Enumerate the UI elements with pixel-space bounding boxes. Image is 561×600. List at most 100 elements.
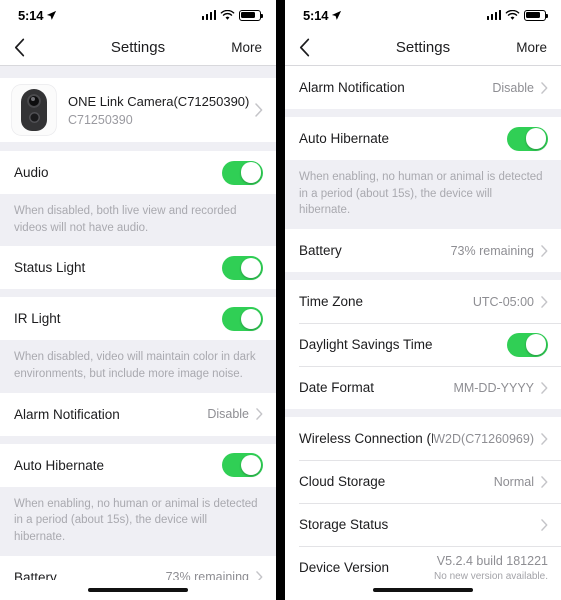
row-battery[interactable]: Battery 73% remaining bbox=[0, 555, 276, 580]
row-label: Battery bbox=[299, 243, 342, 259]
device-text: ONE Link Camera(C71250390) C71250390 bbox=[68, 93, 250, 127]
row-value: Disable bbox=[492, 80, 534, 95]
row-auto-hibernate[interactable]: Auto Hibernate bbox=[285, 117, 561, 160]
home-indicator bbox=[285, 580, 561, 600]
row-label: Auto Hibernate bbox=[299, 131, 390, 146]
status-bar-left: 5:14 bbox=[303, 8, 342, 23]
status-bar-left: 5:14 bbox=[18, 8, 57, 23]
ir-light-group: IR Light bbox=[0, 297, 276, 341]
row-time-zone[interactable]: Time Zone UTC-05:00 bbox=[285, 280, 561, 324]
status-light-group: Status Light bbox=[0, 246, 276, 290]
row-value: Normal bbox=[493, 474, 534, 489]
more-button[interactable]: More bbox=[231, 40, 262, 55]
section-gap bbox=[0, 435, 276, 444]
ir-light-toggle[interactable] bbox=[222, 306, 263, 331]
row-value: W2D(C71260969) bbox=[433, 431, 534, 446]
device-name: ONE Link Camera(C71250390) bbox=[68, 93, 250, 109]
battery-icon bbox=[239, 9, 264, 21]
dual-phone-screenshot: 5:14 Settings More ONE Link Camera(C7125… bbox=[0, 0, 561, 600]
hibernate-note: When enabling, no human or animal is det… bbox=[0, 486, 276, 556]
row-value: UTC-05:00 bbox=[472, 294, 534, 309]
row-subvalue: No new version available. bbox=[434, 571, 548, 580]
row-cloud-storage[interactable]: Cloud Storage Normal bbox=[285, 460, 561, 504]
time-group: Time Zone UTC-05:00 Daylight Savings Tim… bbox=[285, 280, 561, 410]
row-label: IR Light bbox=[14, 311, 61, 327]
row-label: Date Format bbox=[299, 380, 375, 396]
right-phone-screen: 5:14 Settings More Alarm Notification Di… bbox=[285, 0, 561, 600]
status-bar-right bbox=[486, 9, 549, 21]
home-indicator bbox=[0, 580, 276, 600]
chevron-right-icon bbox=[255, 103, 263, 117]
panel-divider bbox=[276, 0, 285, 600]
audio-group: Audio bbox=[0, 151, 276, 194]
battery-group: Battery 73% remaining bbox=[0, 555, 276, 580]
row-label: Cloud Storage bbox=[299, 474, 386, 490]
cellular-signal-icon bbox=[486, 10, 501, 20]
row-auto-hibernate[interactable]: Auto Hibernate bbox=[0, 443, 276, 487]
chevron-right-icon bbox=[541, 518, 548, 531]
row-label: Status Light bbox=[14, 260, 86, 276]
device-row[interactable]: ONE Link Camera(C71250390) C71250390 bbox=[0, 78, 276, 142]
chevron-left-icon bbox=[14, 38, 25, 57]
row-alarm-notification[interactable]: Alarm Notification Disable bbox=[0, 392, 276, 436]
row-status-light[interactable]: Status Light bbox=[0, 246, 276, 290]
location-arrow-icon bbox=[332, 10, 342, 20]
hibernate-note: When enabling, no human or animal is det… bbox=[285, 160, 561, 230]
status-light-toggle[interactable] bbox=[222, 255, 263, 280]
hibernate-group: Auto Hibernate bbox=[0, 443, 276, 487]
row-label: Daylight Savings Time bbox=[299, 337, 433, 353]
chevron-right-icon bbox=[541, 295, 548, 308]
back-button[interactable] bbox=[299, 38, 329, 57]
section-gap bbox=[285, 109, 561, 117]
status-bar-time: 5:14 bbox=[303, 7, 329, 23]
location-arrow-icon bbox=[47, 10, 57, 20]
row-wireless-connection[interactable]: Wireless Connection (B... W2D(C71260969) bbox=[285, 417, 561, 461]
row-value: V5.2.4 build 181221 bbox=[436, 554, 548, 569]
row-label: Time Zone bbox=[299, 294, 364, 310]
alarm-group: Alarm Notification Disable bbox=[0, 392, 276, 436]
row-alarm-notification[interactable]: Alarm Notification Disable bbox=[285, 66, 561, 109]
row-audio[interactable]: Audio bbox=[0, 151, 276, 194]
row-battery[interactable]: Battery 73% remaining bbox=[285, 229, 561, 273]
navigation-bar: Settings More bbox=[0, 30, 276, 66]
row-device-version[interactable]: Device Version V5.2.4 build 181221 No ne… bbox=[285, 546, 561, 580]
row-value: Disable bbox=[207, 407, 249, 422]
status-bar-right bbox=[201, 9, 264, 21]
device-group: ONE Link Camera(C71250390) C71250390 bbox=[0, 78, 276, 142]
ir-light-note: When disabled, video will maintain color… bbox=[0, 340, 276, 393]
connection-group: Wireless Connection (B... W2D(C71260969)… bbox=[285, 417, 561, 580]
back-button[interactable] bbox=[14, 38, 44, 57]
section-gap bbox=[285, 272, 561, 281]
chevron-right-icon bbox=[541, 432, 548, 445]
row-label: Device Version bbox=[299, 560, 390, 576]
daylight-savings-toggle[interactable] bbox=[507, 332, 548, 357]
row-value: 73% remaining bbox=[165, 570, 249, 580]
chevron-right-icon bbox=[541, 475, 548, 488]
chevron-right-icon bbox=[541, 81, 548, 94]
wifi-icon bbox=[505, 9, 520, 20]
wifi-icon bbox=[220, 9, 235, 20]
left-phone-screen: 5:14 Settings More ONE Link Camera(C7125… bbox=[0, 0, 276, 600]
settings-list-right[interactable]: Alarm Notification Disable Auto Hibernat… bbox=[285, 66, 561, 580]
auto-hibernate-toggle[interactable] bbox=[507, 126, 548, 151]
cellular-signal-icon bbox=[201, 10, 216, 20]
row-date-format[interactable]: Date Format MM-DD-YYYY bbox=[285, 366, 561, 410]
row-storage-status[interactable]: Storage Status bbox=[285, 503, 561, 547]
chevron-right-icon bbox=[541, 381, 548, 394]
audio-toggle[interactable] bbox=[222, 160, 263, 185]
row-label: Audio bbox=[14, 165, 49, 180]
row-ir-light[interactable]: IR Light bbox=[0, 297, 276, 341]
row-daylight-savings[interactable]: Daylight Savings Time bbox=[285, 323, 561, 367]
battery-icon bbox=[524, 9, 549, 21]
settings-list-left[interactable]: ONE Link Camera(C71250390) C71250390 Aud… bbox=[0, 66, 276, 580]
more-button[interactable]: More bbox=[516, 40, 547, 55]
row-value: 73% remaining bbox=[450, 243, 534, 258]
status-bar: 5:14 bbox=[0, 0, 276, 30]
row-label: Storage Status bbox=[299, 517, 389, 533]
device-version-values: V5.2.4 build 181221 No new version avail… bbox=[434, 551, 548, 580]
device-serial: C71250390 bbox=[68, 112, 133, 127]
row-label: Wireless Connection (B... bbox=[299, 431, 433, 447]
auto-hibernate-toggle[interactable] bbox=[222, 453, 263, 478]
chevron-right-icon bbox=[541, 244, 548, 257]
row-label: Alarm Notification bbox=[14, 406, 120, 422]
